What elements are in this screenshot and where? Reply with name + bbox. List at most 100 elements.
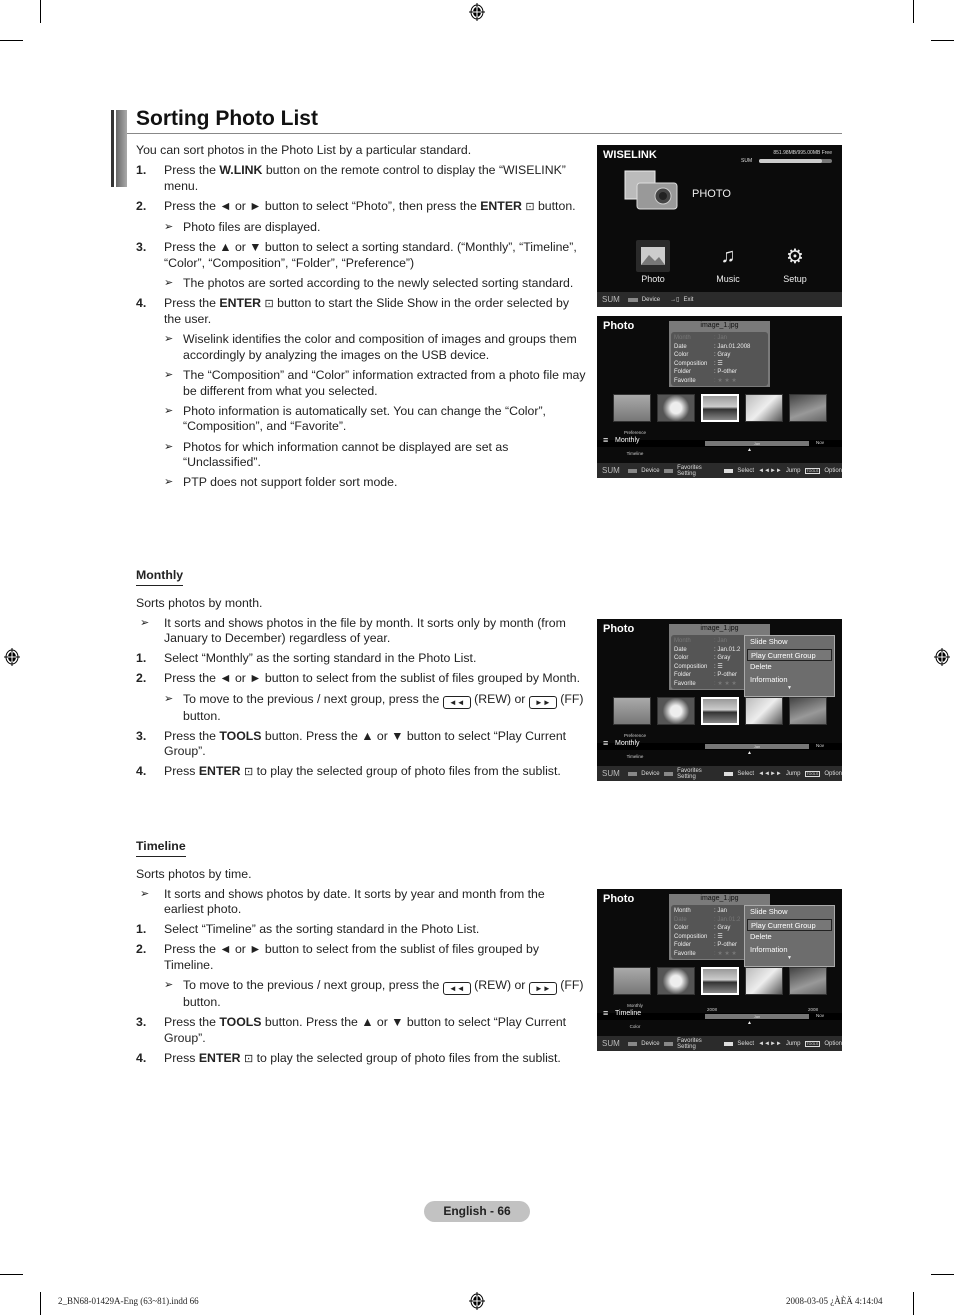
step-text: to play the selected group of photo file… bbox=[253, 764, 561, 779]
tools-menu: Slide Show Play Current Group Delete Inform… bbox=[744, 635, 835, 697]
device-hint: Device bbox=[641, 467, 660, 474]
sort-option-prev[interactable]: Preference bbox=[617, 733, 653, 738]
arrow-icon: ➢ bbox=[164, 476, 174, 489]
info-key: Date bbox=[674, 916, 687, 923]
info-key: Composition bbox=[674, 933, 708, 940]
file-name: image_1.jpg bbox=[700, 625, 739, 632]
photo-thumbnail[interactable] bbox=[745, 697, 783, 725]
sort-option-next[interactable]: Timeline bbox=[617, 754, 653, 759]
photo-thumbnail[interactable] bbox=[789, 967, 827, 995]
arrow-icon: ➢ bbox=[140, 887, 150, 900]
sum-label: SUM bbox=[602, 466, 620, 475]
photo-thumbnail[interactable] bbox=[613, 697, 651, 725]
note-text: (REW) or bbox=[474, 978, 526, 993]
step-text: Press bbox=[164, 1050, 199, 1065]
photo-thumbnail[interactable] bbox=[745, 967, 783, 995]
step-number: 4. bbox=[136, 1050, 147, 1065]
photo-thumbnail[interactable] bbox=[701, 394, 739, 422]
group-track[interactable]: Jan bbox=[705, 441, 809, 446]
info-key: Color bbox=[674, 352, 689, 358]
group-track[interactable]: Jan bbox=[705, 1014, 809, 1019]
sort-option-current[interactable]: Timeline bbox=[603, 1008, 641, 1018]
step-3: 3. Press the TOOLS button. Press the ▲ or… bbox=[136, 1015, 586, 1046]
select-key-icon bbox=[723, 1041, 734, 1046]
note: ➢ Photos for which information cannot be … bbox=[136, 440, 586, 471]
photo-thumbnail[interactable] bbox=[745, 394, 783, 422]
page-number: English - 66 bbox=[424, 1201, 530, 1222]
note: ➢ Photo information is automatically set.… bbox=[136, 404, 586, 435]
arrow-icon: ➢ bbox=[164, 333, 174, 346]
arrow-icon: ➢ bbox=[164, 979, 174, 992]
photo-thumbnail[interactable] bbox=[701, 967, 739, 995]
photo-screen: Photo image_1.jpg Month: Jan Date: Jan.01.2… bbox=[597, 889, 842, 1051]
photo-thumbnail[interactable] bbox=[701, 697, 739, 725]
info-key: Month bbox=[674, 638, 691, 644]
device-hint: Device bbox=[641, 770, 660, 777]
photo-thumbnail[interactable] bbox=[789, 394, 827, 422]
rew-button-icon: ◄◄ bbox=[442, 695, 471, 709]
sort-option-current[interactable]: Monthly bbox=[603, 435, 640, 445]
sort-option-prev[interactable]: Preference bbox=[617, 430, 653, 435]
info-value: : Gray bbox=[714, 925, 731, 931]
app-setup[interactable]: ⚙ Setup bbox=[770, 240, 820, 285]
group-track[interactable]: Jan bbox=[705, 744, 809, 749]
sum-label: SUM bbox=[602, 769, 620, 778]
menu-item[interactable]: Slide Show bbox=[747, 636, 832, 649]
menu-item[interactable]: Play Current Group bbox=[747, 918, 832, 931]
select-key-icon bbox=[723, 468, 734, 473]
photo-thumbnail[interactable] bbox=[613, 394, 651, 422]
sort-option-prev[interactable]: Monthly bbox=[617, 1003, 653, 1008]
tools-key-icon: TOOLS bbox=[804, 770, 821, 777]
note: ➢ To move to the previous / next group, p… bbox=[136, 978, 586, 1011]
arrow-icon: ➢ bbox=[164, 440, 174, 453]
info-value: : ★ ★ ★ bbox=[714, 950, 737, 957]
favorites-key-icon bbox=[663, 771, 674, 776]
sort-option-current[interactable]: Monthly bbox=[603, 738, 640, 748]
step-number: 2. bbox=[136, 198, 147, 213]
group-end-label: Nov bbox=[816, 743, 825, 748]
info-value: : P-other bbox=[714, 672, 738, 678]
sort-option-next[interactable]: Timeline bbox=[617, 451, 653, 456]
info-value: : Jan bbox=[714, 638, 728, 644]
photo-screen: Photo image_1.jpg Month: Jan Date: Jan.01.2… bbox=[597, 316, 842, 478]
ff-button-icon: ►► bbox=[528, 695, 557, 709]
file-name: image_1.jpg bbox=[700, 322, 739, 329]
tools-key-icon: TOOLS bbox=[804, 467, 821, 474]
info-value: : Gray bbox=[714, 655, 731, 661]
app-music[interactable]: ♫ Music bbox=[703, 240, 753, 285]
thumbnail-strip bbox=[613, 967, 828, 995]
option-hint: Option bbox=[824, 770, 842, 777]
menu-item[interactable]: Delete bbox=[747, 661, 832, 674]
note-text: Photos for which information cannot be d… bbox=[183, 439, 509, 470]
info-key: Folder bbox=[674, 369, 692, 375]
crop-mark bbox=[913, 1292, 914, 1315]
device-key-icon bbox=[627, 771, 638, 776]
note-text: Photo information is automatically set. … bbox=[183, 403, 546, 434]
photo-thumbnail[interactable] bbox=[657, 967, 695, 995]
info-value: : Jan bbox=[714, 908, 728, 914]
app-photo[interactable]: Photo bbox=[628, 240, 678, 284]
sort-option-next[interactable]: Color bbox=[617, 1024, 653, 1029]
note-text: To move to the previous / next group, pr… bbox=[183, 978, 440, 993]
camera-photo-icon bbox=[624, 170, 678, 210]
info-value: : Jan.01.2 bbox=[714, 916, 741, 923]
photo-screen: Photo image_1.jpg Month: Jan Date: Jan.01.2… bbox=[597, 619, 842, 781]
photo-thumbnail[interactable] bbox=[657, 394, 695, 422]
info-value: : Jan bbox=[714, 335, 728, 341]
menu-item[interactable]: Delete bbox=[747, 931, 832, 944]
note: ➢ PTP does not support folder sort mode. bbox=[136, 475, 586, 491]
screen-bottom-bar: SUM Device Favorites Setting Select ◄◄►►… bbox=[597, 463, 842, 478]
menu-item[interactable]: Slide Show bbox=[747, 906, 832, 919]
step-text: button. bbox=[534, 198, 576, 213]
menu-item[interactable]: Play Current Group bbox=[747, 648, 832, 661]
more-arrow-icon: ▼ bbox=[787, 955, 792, 961]
photo-thumbnail[interactable] bbox=[789, 697, 827, 725]
note-text: It sorts and shows photos in the file by… bbox=[164, 615, 566, 646]
info-key: Date bbox=[674, 646, 687, 653]
photo-thumbnail[interactable] bbox=[657, 697, 695, 725]
step-4: 4. Press ENTER ⊡ to play the selected gro… bbox=[136, 764, 586, 781]
note: ➢ To move to the previous / next group, p… bbox=[136, 692, 586, 725]
photo-thumbnail[interactable] bbox=[613, 967, 651, 995]
storage-label: SUM bbox=[741, 158, 753, 164]
info-key: Favorite bbox=[674, 950, 696, 957]
